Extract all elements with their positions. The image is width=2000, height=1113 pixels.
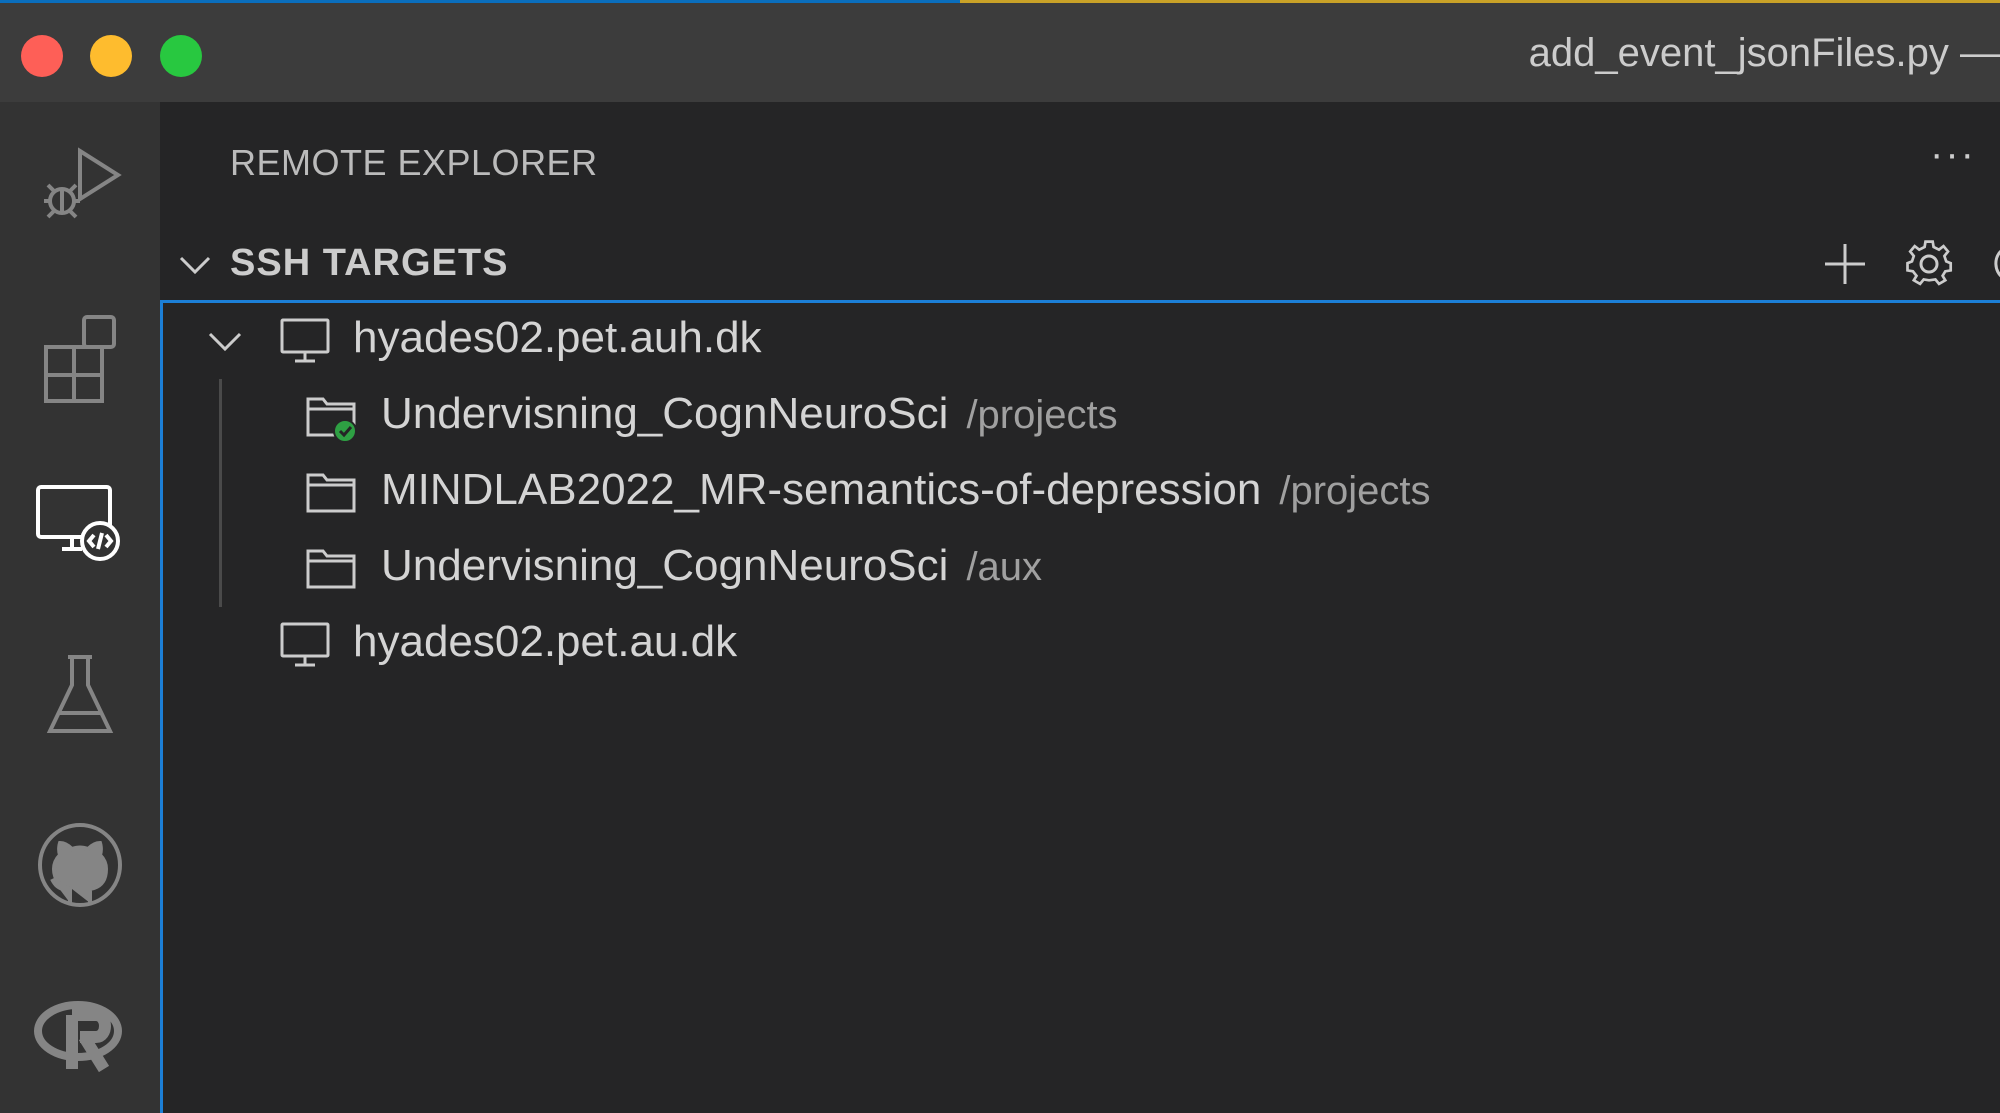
gear-icon <box>1906 240 1953 286</box>
host-label: hyades02.pet.au.dk <box>353 617 738 666</box>
chevron-down-icon[interactable] <box>176 246 214 284</box>
vscode-window: add_event_jsonFiles.py — REMOTE EXPLORER… <box>0 0 2000 1113</box>
tree-row-host[interactable]: hyades02.pet.auh.dk <box>163 303 2000 379</box>
activity-extensions[interactable] <box>0 295 160 415</box>
github-icon <box>38 823 122 907</box>
flask-icon <box>46 655 114 733</box>
folder-icon <box>306 473 356 513</box>
refresh-button[interactable] <box>1986 236 2000 292</box>
minimize-window-button[interactable] <box>90 35 132 77</box>
folder-icon <box>306 549 356 589</box>
remote-explorer-panel: REMOTE EXPLORER ··· SSH TARGETS hyades02… <box>160 102 2000 1113</box>
folder-name: Undervisning_CognNeuroSci <box>381 541 949 590</box>
tree-row-folder[interactable]: MINDLAB2022_MR-semantics-of-depression/p… <box>163 455 2000 531</box>
chevron-down-icon[interactable] <box>205 321 245 361</box>
tree-row-folder[interactable]: Undervisning_CognNeuroSci/aux <box>163 531 2000 607</box>
more-actions-button[interactable]: ··· <box>1930 132 1976 177</box>
ssh-targets-tree: hyades02.pet.auh.dk Undervisning_CognNeu… <box>160 300 2000 1113</box>
folder-name: Undervisning_CognNeuroSci <box>381 389 949 438</box>
tree-row-folder[interactable]: Undervisning_CognNeuroSci/projects <box>163 379 2000 455</box>
folder-name: MINDLAB2022_MR-semantics-of-depression <box>381 465 1262 514</box>
configure-ssh-button[interactable] <box>1901 236 1957 292</box>
host-label: hyades02.pet.auh.dk <box>353 313 762 362</box>
folder-label: Undervisning_CognNeuroSci/aux <box>381 541 1042 591</box>
activity-remote-explorer[interactable] <box>0 465 160 585</box>
activity-github[interactable] <box>0 805 160 925</box>
folder-path: /projects <box>966 393 1118 437</box>
plus-icon <box>1825 244 1865 284</box>
run-debug-icon <box>44 147 122 219</box>
extensions-icon <box>44 315 116 403</box>
title-bar: add_event_jsonFiles.py — <box>0 0 2000 102</box>
activity-testing[interactable] <box>0 635 160 755</box>
remote-explorer-icon <box>36 485 120 561</box>
r-icon <box>34 1001 122 1073</box>
activity-run-debug[interactable] <box>0 125 160 245</box>
monitor-icon <box>280 622 330 667</box>
activity-bar <box>0 102 160 1113</box>
window-title: add_event_jsonFiles.py — <box>1528 31 2000 75</box>
maximize-window-button[interactable] <box>160 35 202 77</box>
folder-label: MINDLAB2022_MR-semantics-of-depression/p… <box>381 465 1431 515</box>
view-title: REMOTE EXPLORER <box>230 142 598 183</box>
folder-path: /projects <box>1279 469 1431 513</box>
activity-r[interactable] <box>0 975 160 1095</box>
folder-connected-icon <box>306 397 357 443</box>
tree-row-host[interactable]: hyades02.pet.au.dk <box>163 607 2000 683</box>
refresh-icon <box>1994 249 2000 278</box>
monitor-icon <box>280 318 330 363</box>
ssh-targets-header[interactable]: SSH TARGETS <box>160 230 2000 296</box>
folder-path: /aux <box>966 545 1043 589</box>
folder-label: Undervisning_CognNeuroSci/projects <box>381 389 1118 439</box>
add-ssh-host-button[interactable] <box>1817 236 1873 292</box>
close-window-button[interactable] <box>21 35 63 77</box>
section-title: SSH TARGETS <box>230 242 509 284</box>
title-accent-line <box>960 0 2000 3</box>
